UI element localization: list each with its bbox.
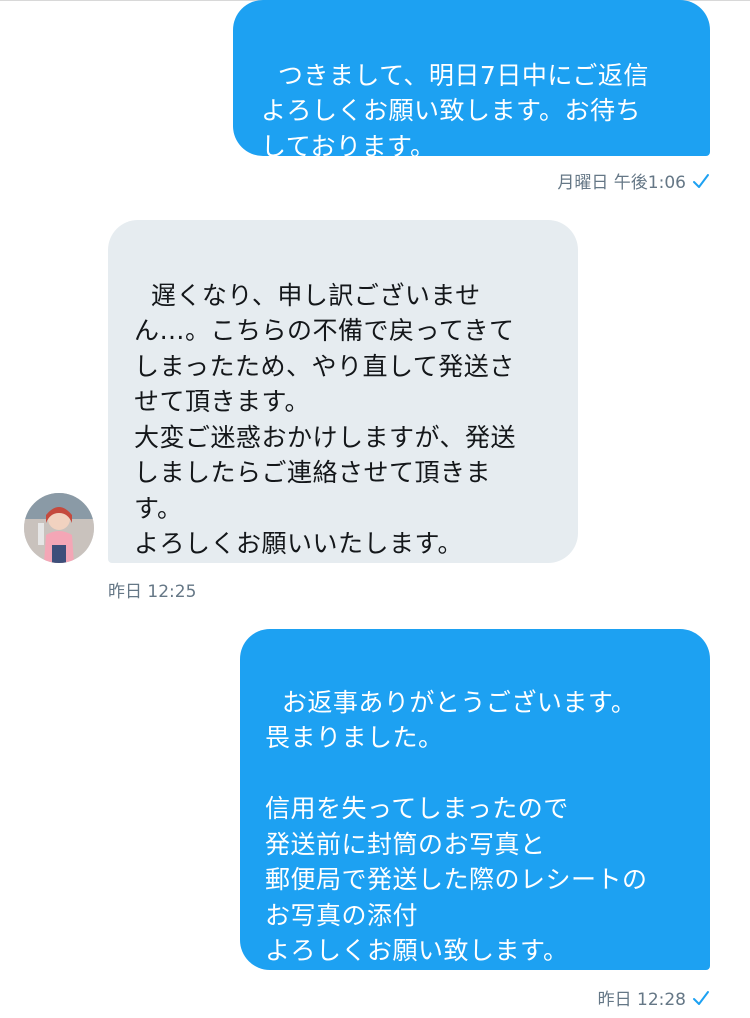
message-timestamp: 月曜日 午後1:06 (557, 168, 710, 193)
timestamp-text: 昨日 12:28 (597, 990, 686, 1010)
message-text: お返事ありがとうございます。 畏まりました。 信用を失ってしまったので 発送前に… (265, 687, 648, 966)
message-timestamp: 昨日 12:28 (598, 985, 710, 1010)
message-text: 遅くなり、申し訳ございませ ん…。こちらの不備で戻ってきて しまったため、やり直… (134, 280, 517, 559)
avatar-illustration (24, 493, 94, 563)
timestamp-text: 昨日 12:25 (108, 582, 197, 602)
message-text: つきまして、明日7日中にご返信 よろしくお願い致します。お待ち しております。 (261, 60, 649, 161)
checkmark-icon (693, 991, 709, 1005)
message-timestamp: 昨日 12:25 (108, 577, 196, 602)
checkmark-icon (693, 174, 709, 188)
message-bubble-incoming[interactable]: 遅くなり、申し訳ございませ ん…。こちらの不備で戻ってきて しまったため、やり直… (108, 220, 578, 563)
message-bubble-outgoing[interactable]: お返事ありがとうございます。 畏まりました。 信用を失ってしまったので 発送前に… (240, 629, 710, 970)
message-bubble-outgoing[interactable]: つきまして、明日7日中にご返信 よろしくお願い致します。お待ち しております。 (233, 0, 710, 161)
user-avatar-icon[interactable] (24, 493, 94, 563)
timestamp-text: 月曜日 午後1:06 (557, 173, 686, 193)
